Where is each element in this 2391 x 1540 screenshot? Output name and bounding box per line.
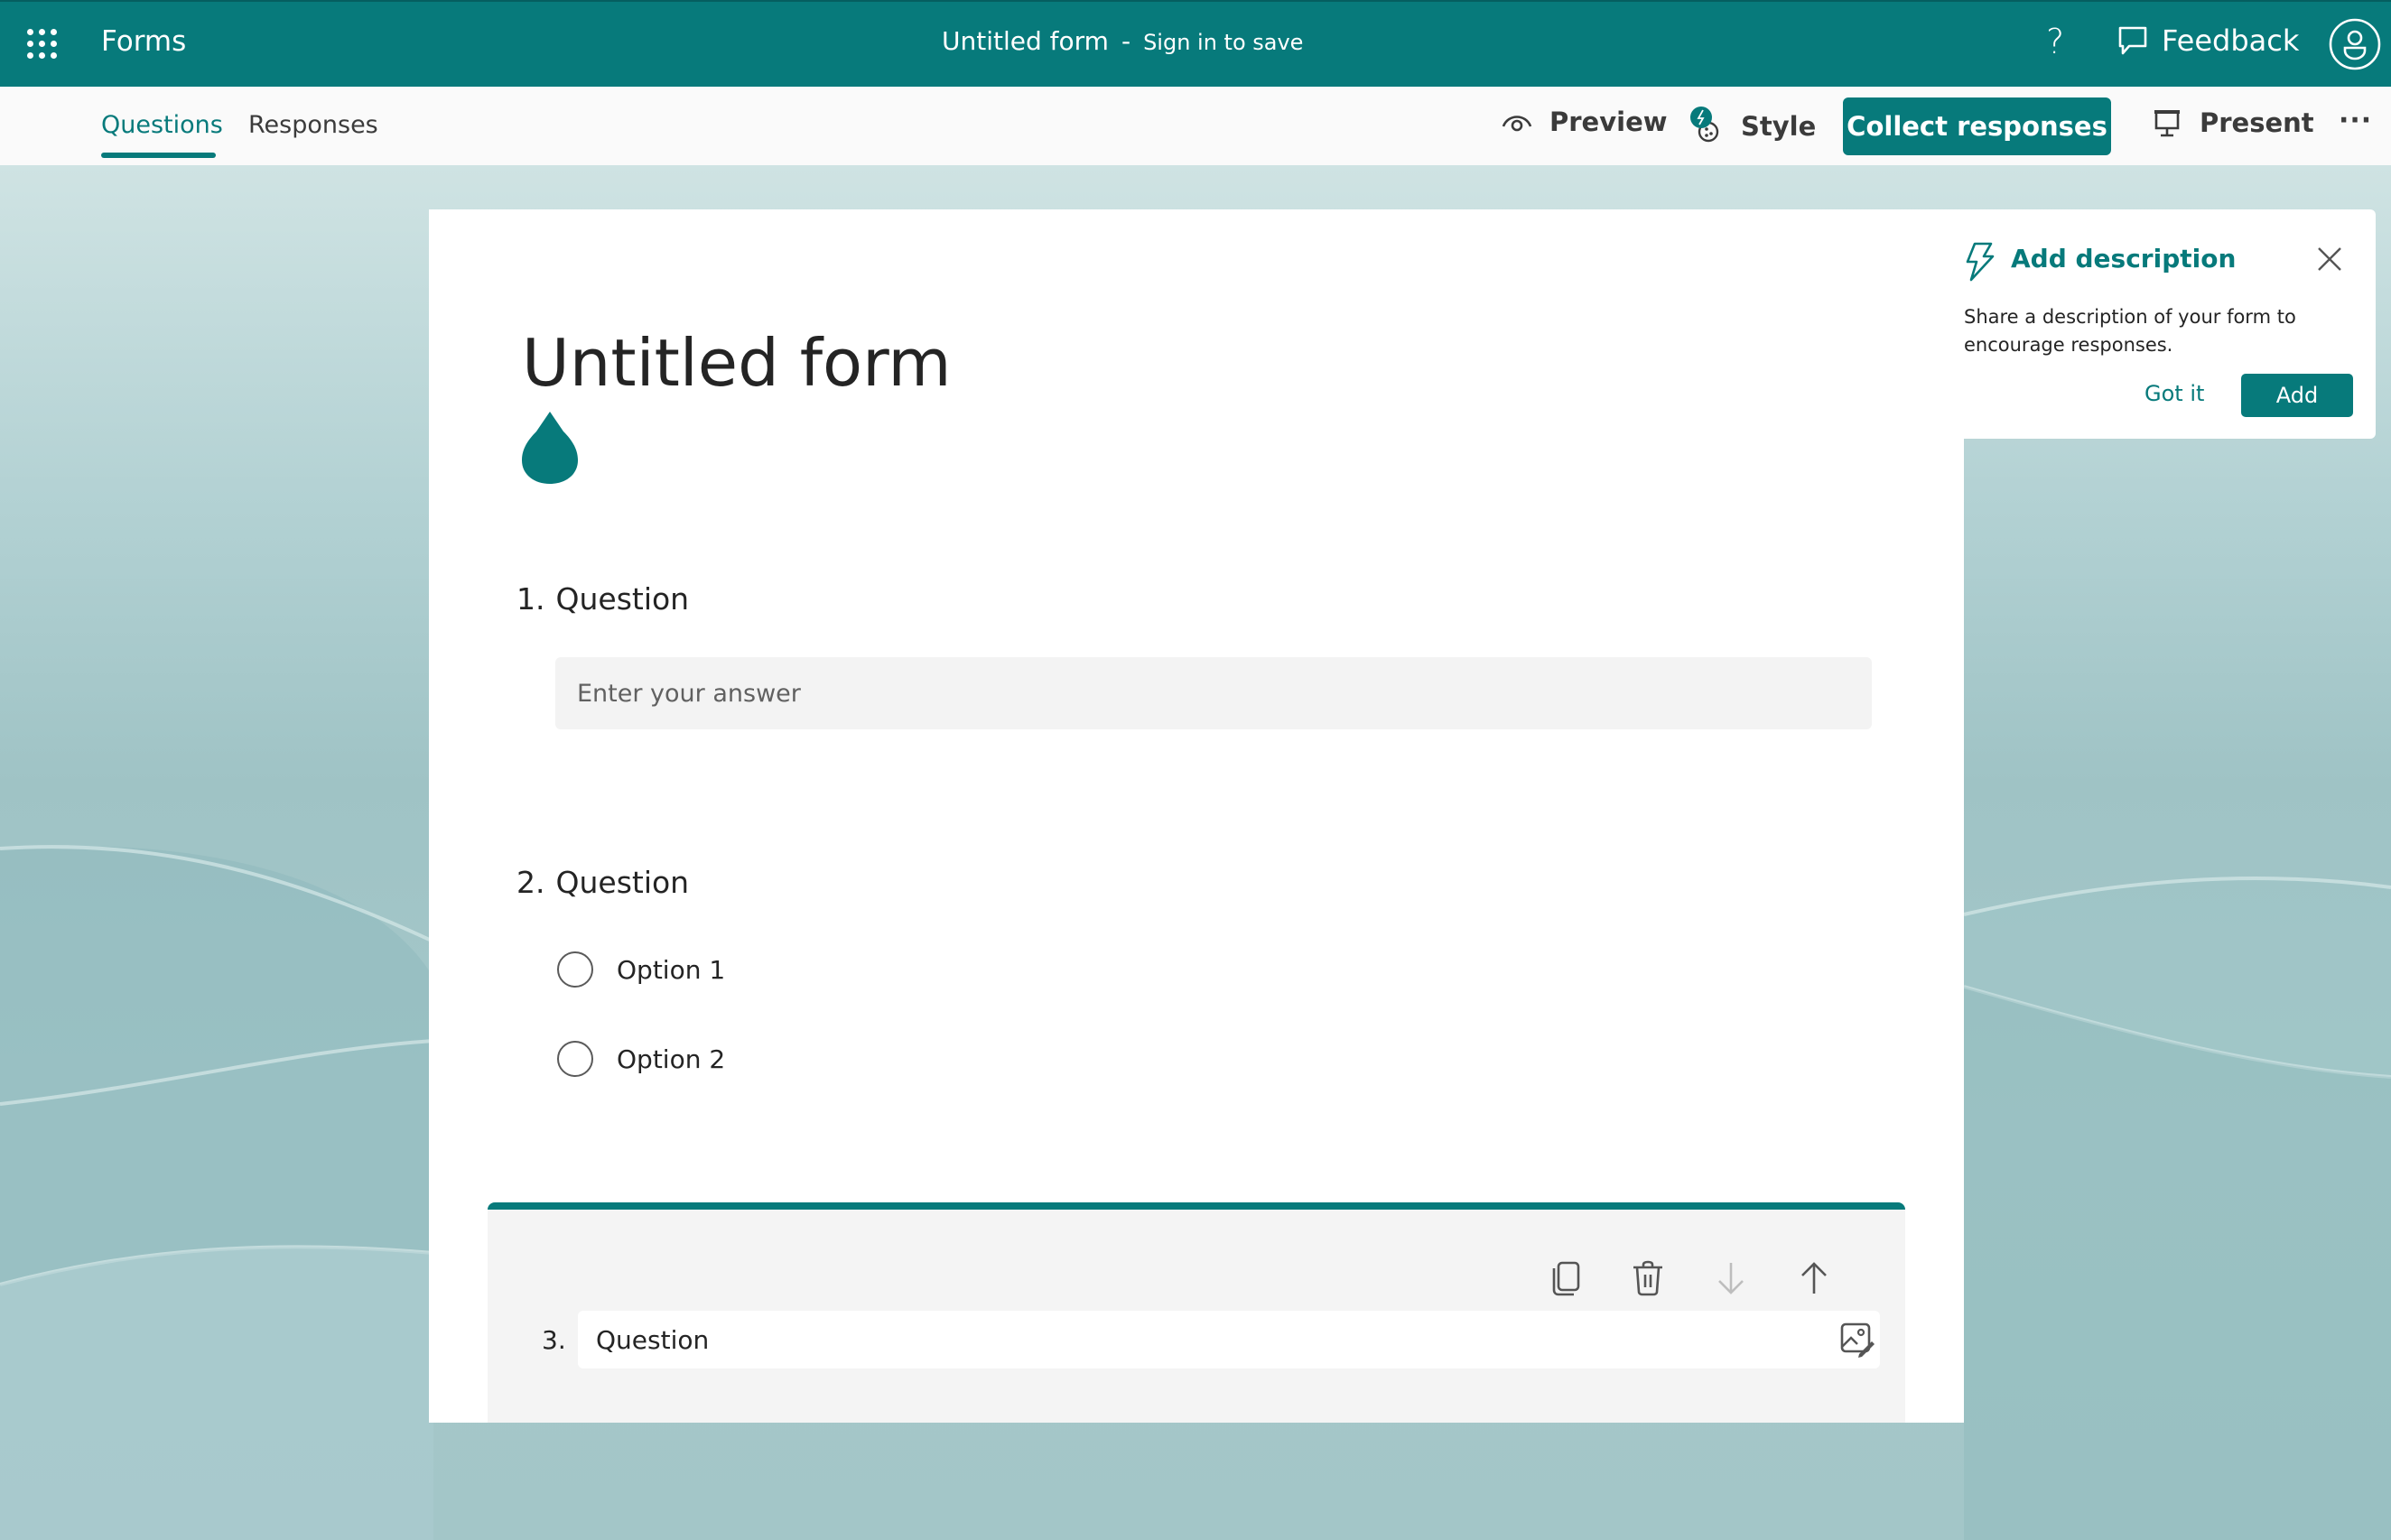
active-tab-indicator: [101, 153, 216, 158]
top-bar: Forms Untitled form - Sign in to save ? Fe…: [0, 0, 2391, 87]
option-label: Option 1: [617, 954, 726, 985]
collect-responses-button[interactable]: Collect responses: [1843, 97, 2111, 155]
theme-droplet-icon: [522, 412, 578, 484]
option-label: Option 2: [617, 1044, 726, 1074]
chat-bubble-icon: [2118, 26, 2147, 55]
arrow-down-icon: [1718, 1263, 1744, 1294]
question-1-text: Question: [555, 581, 690, 617]
present-label: Present: [2200, 107, 2314, 138]
present-button[interactable]: Present: [2151, 107, 2314, 139]
lightning-icon: [1966, 242, 1995, 282]
style-button[interactable]: Style: [1689, 107, 1816, 146]
question-3-title-input[interactable]: [578, 1311, 1880, 1368]
form-title[interactable]: Untitled form: [522, 325, 952, 401]
question-2-text: Question: [555, 865, 690, 900]
question-1-title[interactable]: 1. Question: [516, 581, 689, 617]
close-icon[interactable]: [2316, 246, 2343, 273]
question-1-number: 1.: [516, 581, 545, 617]
question-2-title[interactable]: 2. Question: [516, 865, 689, 900]
copy-question-button[interactable]: [1546, 1258, 1586, 1298]
move-up-button[interactable]: [1794, 1258, 1834, 1298]
help-icon[interactable]: ?: [2046, 22, 2064, 61]
more-options-button[interactable]: ···: [2339, 105, 2372, 136]
account-avatar-icon[interactable]: [2328, 17, 2382, 71]
preview-label: Preview: [1549, 107, 1668, 137]
question-2-number: 2.: [516, 865, 545, 900]
question-2-option-1[interactable]: Option 1: [557, 951, 725, 988]
radio-button[interactable]: [557, 1041, 593, 1077]
add-description-button[interactable]: Add: [2241, 374, 2353, 417]
question-3-number: 3.: [542, 1325, 566, 1355]
app-launcher-icon[interactable]: [27, 29, 58, 60]
insert-media-icon[interactable]: [1839, 1322, 1875, 1358]
command-bar: Questions Responses Preview Style Collec…: [0, 87, 2391, 165]
callout-body: Share a description of your form to enco…: [1964, 306, 2296, 356]
preview-button[interactable]: Preview: [1501, 107, 1668, 137]
copy-icon: [1552, 1261, 1580, 1296]
style-label: Style: [1741, 111, 1817, 142]
feedback-button[interactable]: Feedback: [2117, 23, 2299, 58]
form-card: Untitled form 1. Question 2. Question Opti…: [429, 209, 1964, 1423]
question-1-answer-input[interactable]: [555, 657, 1872, 729]
got-it-button[interactable]: Got it: [2144, 381, 2204, 406]
question-3-editor: 3.: [488, 1202, 1905, 1423]
document-title: Untitled form - Sign in to save: [942, 26, 1303, 56]
active-question-accent: [488, 1202, 1905, 1210]
title-separator: -: [1121, 26, 1131, 56]
radio-button[interactable]: [557, 951, 593, 988]
tab-questions[interactable]: Questions: [101, 111, 223, 139]
callout-title: Add description: [2011, 244, 2237, 274]
question-2-option-2[interactable]: Option 2: [557, 1041, 725, 1077]
move-down-button[interactable]: [1711, 1258, 1751, 1298]
palette-icon: [1690, 107, 1719, 143]
arrow-up-icon: [1801, 1262, 1827, 1294]
delete-question-button[interactable]: [1628, 1258, 1668, 1298]
sign-in-link[interactable]: Sign in to save: [1143, 30, 1303, 55]
trash-icon: [1633, 1260, 1662, 1296]
app-name[interactable]: Forms: [101, 25, 186, 58]
add-description-callout: Add description Share a description of y…: [1964, 209, 2376, 439]
presentation-icon: [2154, 110, 2180, 137]
feedback-label: Feedback: [2162, 23, 2300, 58]
eye-icon: [1502, 116, 1532, 132]
document-title-text: Untitled form: [942, 26, 1109, 56]
tab-responses[interactable]: Responses: [248, 111, 378, 139]
